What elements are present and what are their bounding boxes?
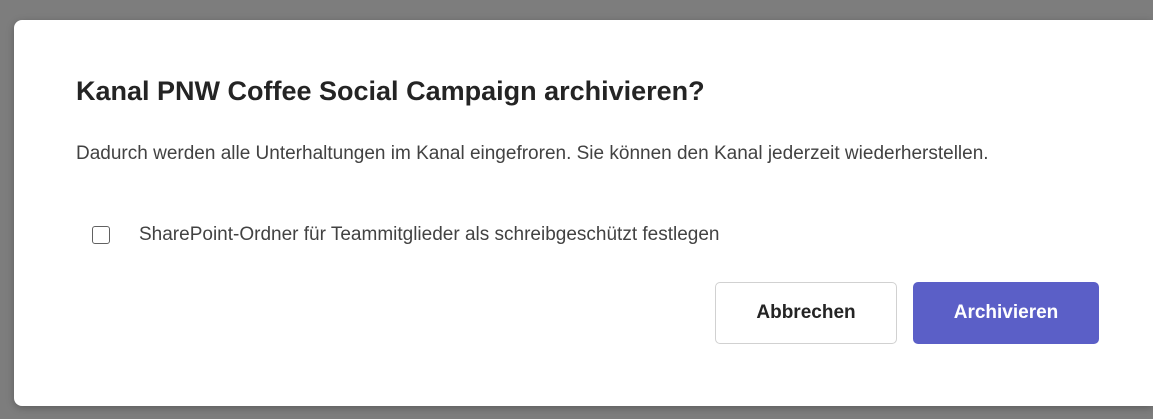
dialog-description: Dadurch werden alle Unterhaltungen im Ka… [76,143,989,164]
archive-channel-dialog: Kanal PNW Coffee Social Campaign archivi… [14,20,1153,406]
readonly-sharepoint-option[interactable]: SharePoint-Ordner für Teammitglieder als… [92,224,720,246]
readonly-sharepoint-checkbox[interactable] [92,226,110,244]
dialog-title: Kanal PNW Coffee Social Campaign archivi… [76,76,705,106]
archive-button[interactable]: Archivieren [913,282,1099,344]
cancel-button[interactable]: Abbrechen [715,282,897,344]
checkbox-label: SharePoint-Ordner für Teammitglieder als… [139,224,720,245]
